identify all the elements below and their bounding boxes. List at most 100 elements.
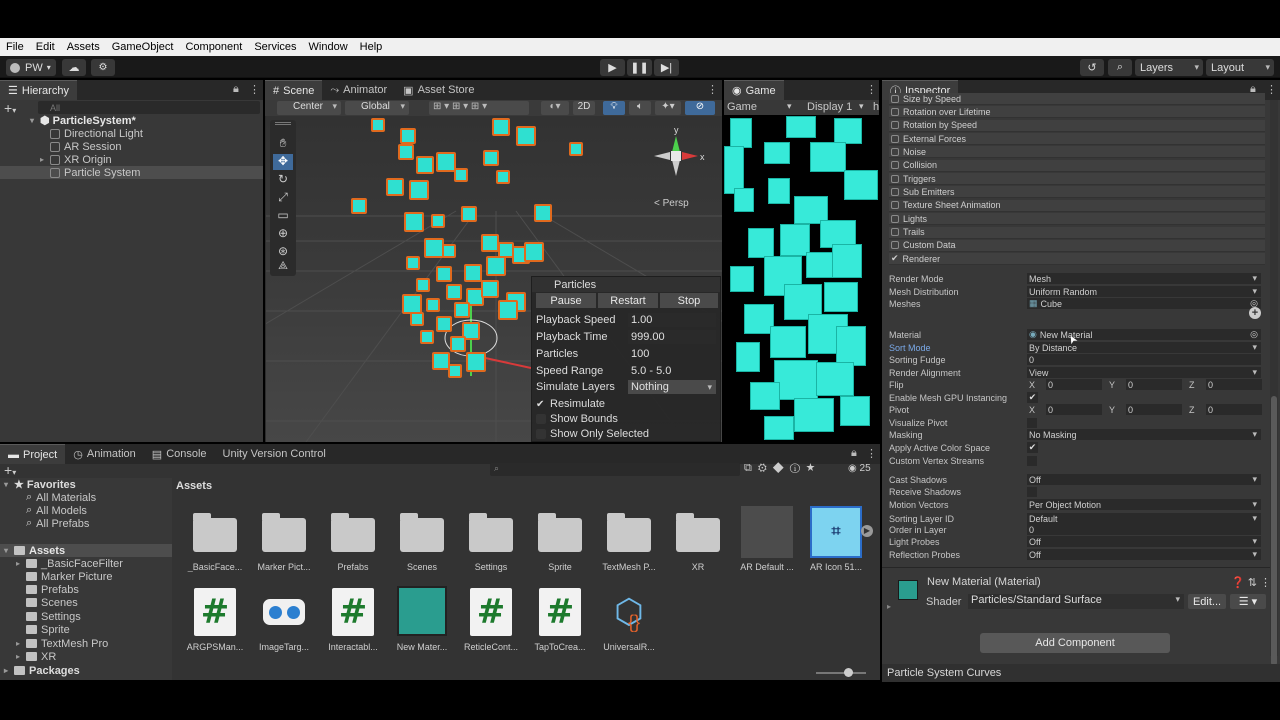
assets-breadcrumb[interactable]: Assets (176, 480, 212, 492)
menu-gameobject[interactable]: GameObject (106, 41, 180, 53)
display-dropdown[interactable]: Display 1 (807, 101, 852, 113)
zoom-slider[interactable] (816, 668, 866, 677)
lock-icon[interactable]: 🔒︎ (233, 83, 239, 96)
axis-field-x[interactable]: 0 (1046, 379, 1102, 390)
property-dropdown[interactable]: Off (1027, 549, 1261, 560)
asset-item[interactable]: Scenes (387, 506, 457, 576)
hierarchy-item[interactable]: Directional Light (50, 127, 143, 140)
lighting-toggle[interactable]: 💡︎ (603, 101, 625, 115)
module-header[interactable]: Texture Sheet Animation (889, 199, 1265, 212)
tree-folder[interactable]: Prefabs (26, 583, 79, 596)
property-dropdown[interactable]: View (1027, 367, 1261, 378)
tab-project[interactable]: ▬ Project (0, 444, 66, 464)
property-dropdown[interactable]: Default (1027, 513, 1261, 524)
module-header[interactable]: Collision (889, 159, 1265, 172)
tab-game[interactable]: ◉ Game (724, 80, 784, 100)
move-tool-icon[interactable]: ✥ (273, 154, 293, 170)
custom-tool-2-icon[interactable]: ⟁ (273, 260, 293, 274)
hierarchy-item[interactable]: ▸ XR Origin (40, 153, 112, 166)
asset-item[interactable]: Marker Pict... (249, 506, 319, 576)
tree-folder[interactable]: Sprite (26, 623, 70, 636)
asset-item[interactable]: Prefabs (318, 506, 388, 576)
search-button[interactable]: ⌕ (1108, 59, 1132, 76)
menu-assets[interactable]: Assets (61, 41, 106, 53)
resolution-dropdown[interactable]: h (873, 101, 879, 113)
asset-item[interactable]: TextMesh P... (594, 506, 664, 576)
show-only-selected-toggle[interactable]: Show Only Selected (536, 426, 649, 442)
more-icon[interactable]: ⋮ (866, 447, 877, 460)
menu-component[interactable]: Component (179, 41, 248, 53)
object-field[interactable]: ◉ New Material ◎ (1027, 329, 1261, 340)
hand-tool-icon[interactable]: ✋︎ (273, 136, 293, 152)
asset-item[interactable]: Settings (456, 506, 526, 576)
play-button[interactable]: ▶ (600, 59, 625, 76)
asset-item[interactable]: # TapToCrea... (525, 586, 595, 656)
axis-field-z[interactable]: 0 (1206, 404, 1262, 415)
grid-snap-tools[interactable]: ⊞ ▾ ⊞ ▾ ⊞ ▾ (429, 101, 529, 115)
pause-particles-button[interactable]: Pause (536, 293, 596, 308)
audio-toggle[interactable]: 🔈︎ (629, 101, 651, 115)
tree-folder[interactable]: ▸ XR (16, 650, 56, 663)
tree-item[interactable]: ⌕ All Models (26, 504, 87, 517)
restart-particles-button[interactable]: Restart (598, 293, 658, 308)
perspective-label[interactable]: < Persp (654, 198, 689, 209)
tree-folder[interactable]: ▸ _BasicFaceFilter (16, 557, 123, 570)
tab-animation[interactable]: ◷ Animation (65, 444, 144, 464)
axis-field-x[interactable]: 0 (1046, 404, 1102, 415)
hierarchy-search-input[interactable]: All (38, 101, 260, 114)
account-button[interactable]: PW ▾ (6, 59, 56, 76)
tab-scene[interactable]: # Scene (265, 80, 323, 100)
pivot-dropdown[interactable]: Center (277, 101, 341, 115)
rect-tool-icon[interactable]: ▭ (273, 208, 293, 224)
transform-tool-icon[interactable]: ⊕ (273, 226, 293, 242)
module-header[interactable]: Size by Speed (889, 93, 1265, 105)
space-dropdown[interactable]: Global (345, 101, 409, 115)
module-header[interactable]: Custom Data (889, 239, 1265, 252)
simulate-layers-dropdown[interactable]: Nothing (628, 380, 716, 394)
property-checkbox[interactable] (1027, 418, 1037, 428)
cloud-button[interactable]: ☁ (62, 59, 86, 76)
more-icon[interactable]: ⋮ (866, 83, 877, 96)
more-icon[interactable]: ⋮ (249, 83, 260, 96)
asset-item[interactable]: ⬡{} UniversalR... (594, 586, 664, 656)
tree-item[interactable]: ⌕ All Prefabs (26, 517, 89, 530)
asset-item[interactable]: ImageTarg... (249, 586, 319, 656)
custom-tool-icon[interactable]: ⊛ (273, 244, 293, 260)
tree-folder[interactable]: Scenes (26, 596, 78, 609)
game-view-dropdown[interactable]: Game (727, 101, 757, 113)
asset-item[interactable]: New Mater... (387, 586, 457, 656)
pause-button[interactable]: ❚❚ (627, 59, 652, 76)
expand-caret[interactable]: ▸ (887, 602, 891, 611)
tree-item[interactable]: ⌕ All Materials (26, 491, 96, 504)
object-field[interactable]: ▦ Cube ◎ (1027, 298, 1261, 309)
asset-item[interactable]: # Interactabl... (318, 586, 388, 656)
curves-header[interactable]: Particle System Curves (882, 664, 1280, 682)
tab-version-control[interactable]: Unity Version Control (215, 444, 334, 464)
history-button[interactable]: ↺ (1080, 59, 1104, 76)
menu-file[interactable]: File (0, 41, 30, 53)
property-checkbox[interactable] (1027, 487, 1037, 497)
effects-toggle[interactable]: ✦▾ (655, 101, 681, 115)
tree-folder[interactable]: Settings (26, 610, 81, 623)
tab-hierarchy[interactable]: ☰ Hierarchy (0, 80, 77, 100)
tab-animator[interactable]: ⤳ Animator (322, 80, 395, 100)
project-filter-icons[interactable]: ⧉⚙◆ⓘ★ (744, 462, 821, 475)
module-header[interactable]: Triggers (889, 173, 1265, 186)
module-header[interactable]: Rotation by Speed (889, 119, 1265, 132)
scale-tool-icon[interactable]: ⤢ (273, 190, 293, 206)
menu-help[interactable]: Help (354, 41, 389, 53)
asset-item[interactable]: ⌗ AR Icon 51... (801, 506, 871, 576)
layout-dropdown[interactable]: Layout (1206, 59, 1274, 76)
property-checkbox[interactable]: ✔ (1027, 442, 1038, 453)
module-header[interactable]: Noise (889, 146, 1265, 159)
property-dropdown[interactable]: By Distance (1027, 342, 1261, 353)
property-dropdown[interactable]: Uniform Random (1027, 286, 1261, 297)
module-header[interactable]: External Forces (889, 133, 1265, 146)
module-header[interactable]: Rotation over Lifetime (889, 106, 1265, 119)
shader-options-button[interactable]: ☰ ▾ (1230, 594, 1266, 609)
number-field[interactable]: 0 (1027, 354, 1261, 365)
object-picker-icon[interactable]: ◎ (1250, 329, 1258, 340)
menu-services[interactable]: Services (248, 41, 302, 53)
module-header[interactable]: Sub Emitters (889, 186, 1265, 199)
module-header[interactable]: Lights (889, 213, 1265, 226)
